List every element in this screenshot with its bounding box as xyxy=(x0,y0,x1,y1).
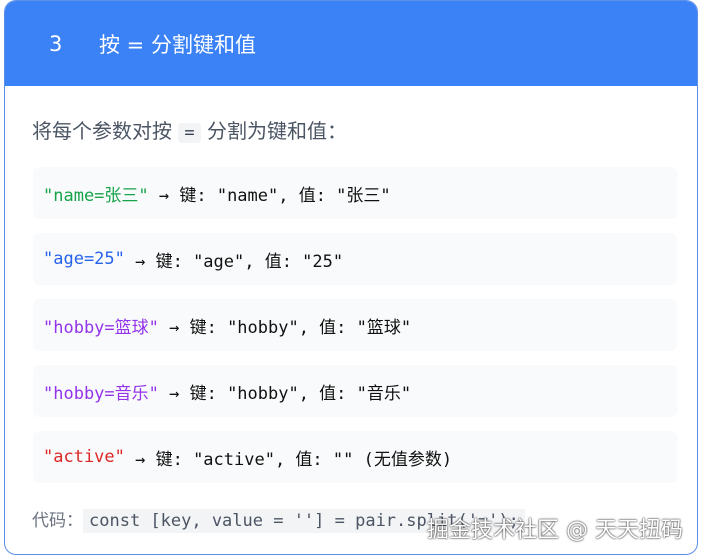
intro-text: 将每个参数对按 = 分割为键和值： xyxy=(32,115,347,144)
example-row: "hobby=音乐" → 键: "hobby", 值: "音乐" xyxy=(33,365,677,417)
pair-text: "hobby=音乐" xyxy=(43,383,159,404)
example-row: "name=张三" → 键: "name", 值: "张三" xyxy=(33,167,677,219)
pair-text: "age=25" xyxy=(43,249,125,269)
card-header: 3 按 = 分割键和值 xyxy=(5,1,697,86)
intro-after: 分割为键和值： xyxy=(206,119,347,143)
result-text: → 键: "name", 值: "张三" xyxy=(148,185,391,206)
result-text: → 键: "hobby", 值: "音乐" xyxy=(158,383,412,404)
example-row: "age=25" → 键: "age", 值: "25" xyxy=(33,233,677,285)
code-label: 代码： xyxy=(32,511,83,531)
pair-text: "active" xyxy=(43,447,125,467)
result-text: → 键: "active", 值: "" (无值参数) xyxy=(124,449,453,470)
step-card: 3 按 = 分割键和值 将每个参数对按 = 分割为键和值： "name=张三" … xyxy=(4,0,698,555)
result-text: → 键: "age", 值: "25" xyxy=(124,251,344,272)
step-title: 按 = 分割键和值 xyxy=(99,32,256,57)
pair-text: "hobby=篮球" xyxy=(43,317,159,338)
result-text: → 键: "hobby", 值: "篮球" xyxy=(158,317,412,338)
example-row: "hobby=篮球" → 键: "hobby", 值: "篮球" xyxy=(33,299,677,351)
example-row: "active" → 键: "active", 值: "" (无值参数) xyxy=(33,431,677,483)
intro-before: 将每个参数对按 xyxy=(32,119,172,143)
pair-text: "name=张三" xyxy=(43,185,149,206)
watermark: 掘金技术社区 @ 天天扭码 xyxy=(427,518,683,543)
step-number: 3 xyxy=(49,31,63,56)
equals-chip: = xyxy=(178,123,201,143)
